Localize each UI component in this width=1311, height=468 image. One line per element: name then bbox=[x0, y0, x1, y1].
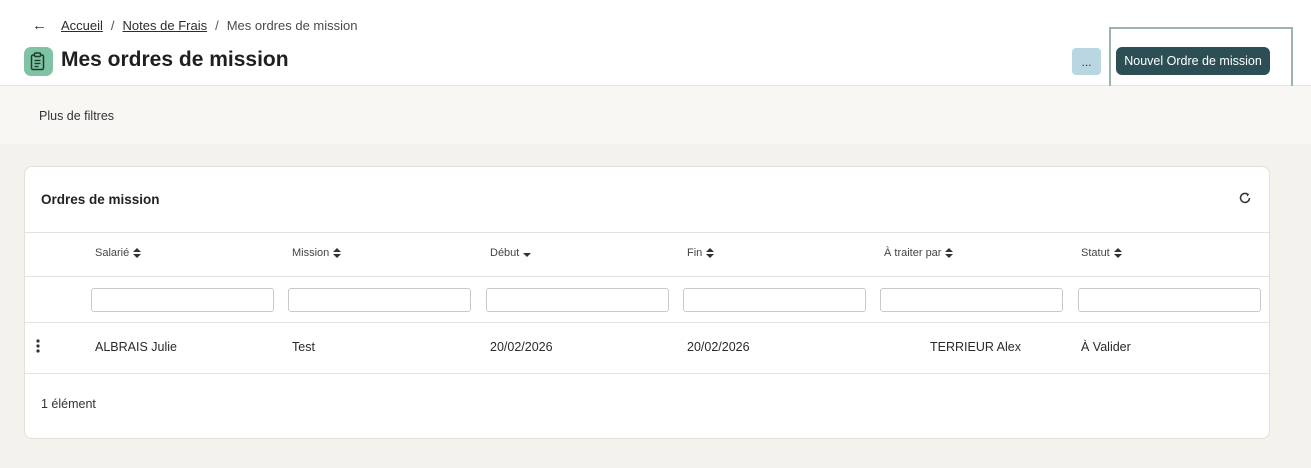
sort-icon bbox=[945, 248, 954, 258]
filters-bar: Plus de filtres bbox=[0, 86, 1311, 144]
cell-salarie: ALBRAIS Julie bbox=[95, 340, 177, 354]
sort-descending-icon bbox=[523, 253, 532, 257]
filter-input-fin[interactable] bbox=[683, 288, 866, 312]
breadcrumb-separator: / bbox=[215, 18, 219, 33]
cell-debut: 20/02/2026 bbox=[490, 340, 553, 354]
column-header-mission[interactable]: Mission bbox=[292, 247, 342, 259]
filter-input-mission[interactable] bbox=[288, 288, 471, 312]
cell-a-traiter-par: TERRIEUR Alex bbox=[930, 340, 1021, 354]
column-header-a-traiter-par[interactable]: À traiter par bbox=[884, 247, 954, 259]
filter-input-statut[interactable] bbox=[1078, 288, 1261, 312]
card-title: Ordres de mission bbox=[41, 192, 160, 207]
sort-icon bbox=[706, 248, 715, 258]
breadcrumb-current: Mes ordres de mission bbox=[226, 18, 358, 33]
page-header: ← Accueil / Notes de Frais / Mes ordres … bbox=[0, 0, 1311, 98]
cell-mission: Test bbox=[292, 340, 315, 354]
element-count: 1 élément bbox=[41, 397, 96, 411]
column-header-label: Statut bbox=[1081, 247, 1110, 259]
more-actions-button[interactable]: ... bbox=[1072, 48, 1101, 75]
sort-icon bbox=[1113, 248, 1122, 258]
filter-input-a-traiter-par[interactable] bbox=[880, 288, 1063, 312]
column-header-label: Salarié bbox=[95, 247, 130, 259]
refresh-icon[interactable] bbox=[1237, 190, 1253, 206]
column-header-label: Début bbox=[490, 247, 520, 259]
column-header-fin[interactable]: Fin bbox=[687, 247, 715, 259]
filter-input-debut[interactable] bbox=[486, 288, 669, 312]
breadcrumb-separator: / bbox=[110, 18, 115, 33]
divider bbox=[25, 373, 1269, 374]
cell-statut: À Valider bbox=[1081, 340, 1131, 354]
more-filters-button[interactable]: Plus de filtres bbox=[39, 109, 114, 123]
divider bbox=[25, 276, 1269, 277]
breadcrumb: ← Accueil / Notes de Frais / Mes ordres … bbox=[32, 17, 358, 34]
column-header-salarie[interactable]: Salarié bbox=[95, 247, 142, 259]
filter-input-salarie[interactable] bbox=[91, 288, 274, 312]
column-header-label: Fin bbox=[687, 247, 703, 259]
column-header-label: Mission bbox=[292, 247, 330, 259]
column-header-statut[interactable]: Statut bbox=[1081, 247, 1122, 259]
cell-fin: 20/02/2026 bbox=[687, 340, 750, 354]
row-actions-menu-icon[interactable] bbox=[33, 338, 43, 354]
sort-icon bbox=[133, 248, 142, 258]
mission-orders-card: Ordres de mission Salarié Mission Début … bbox=[24, 166, 1270, 439]
divider bbox=[25, 322, 1269, 323]
breadcrumb-link-accueil[interactable]: Accueil bbox=[61, 18, 103, 33]
divider bbox=[25, 232, 1269, 233]
column-header-debut[interactable]: Début bbox=[490, 247, 532, 259]
page-title: Mes ordres de mission bbox=[61, 48, 289, 71]
sort-icon bbox=[333, 248, 342, 258]
back-arrow-icon[interactable]: ← bbox=[32, 17, 47, 34]
breadcrumb-link-notes-de-frais[interactable]: Notes de Frais bbox=[123, 18, 208, 33]
clipboard-document-icon bbox=[24, 47, 53, 76]
column-header-label: À traiter par bbox=[884, 247, 942, 259]
new-mission-order-button[interactable]: Nouvel Ordre de mission bbox=[1116, 47, 1270, 75]
